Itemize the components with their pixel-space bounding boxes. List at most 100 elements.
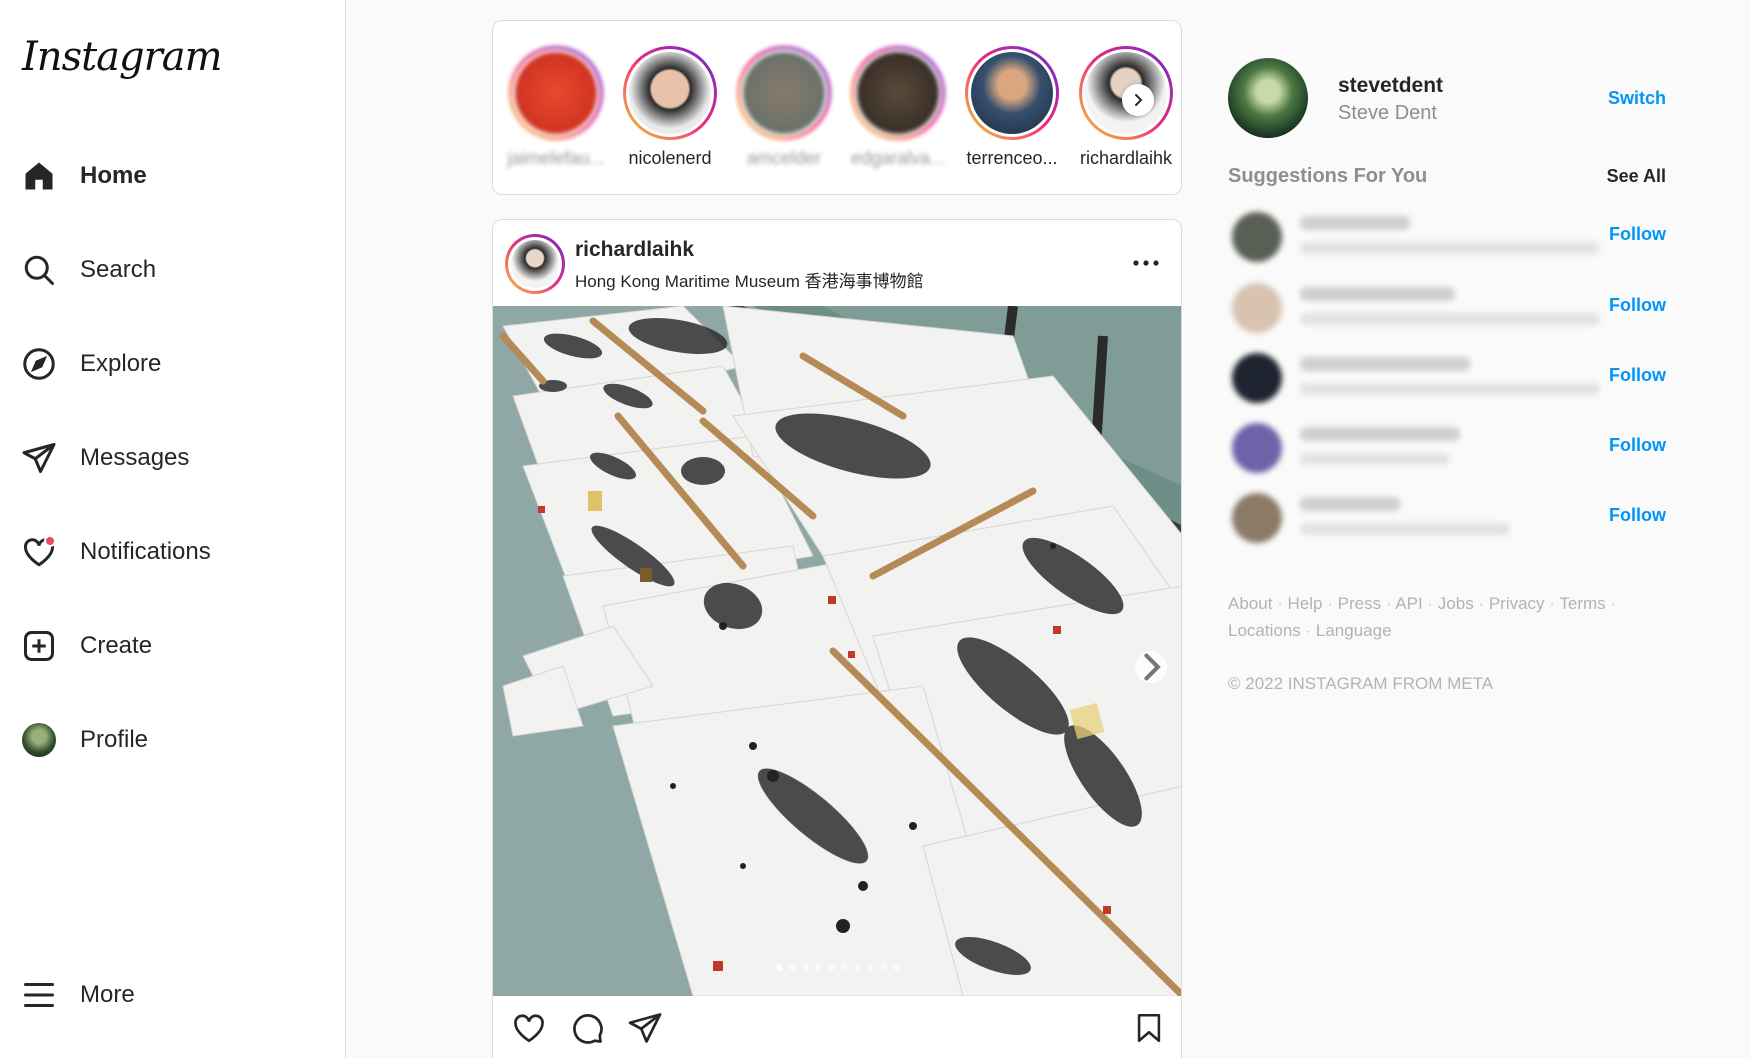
follow-button[interactable]: Follow bbox=[1609, 505, 1666, 526]
nav-item-profile[interactable]: Profile bbox=[0, 708, 346, 772]
follow-button[interactable]: Follow bbox=[1609, 295, 1666, 316]
suggestion-subtitle bbox=[1300, 313, 1600, 325]
comment-icon[interactable] bbox=[567, 1008, 607, 1048]
suggestion-username[interactable] bbox=[1300, 497, 1400, 511]
footer-link[interactable]: Language bbox=[1316, 621, 1392, 640]
post-actions bbox=[493, 996, 1181, 1058]
nav-label: Search bbox=[80, 256, 157, 283]
post-username[interactable]: richardlaihk bbox=[575, 238, 694, 262]
nav-label: More bbox=[80, 981, 135, 1008]
nav-label: Explore bbox=[80, 350, 162, 377]
story-username: jaimelefau... bbox=[507, 148, 605, 168]
nav-item-home[interactable]: Home bbox=[0, 144, 346, 208]
nav-item-create[interactable]: Create bbox=[0, 614, 346, 678]
carousel-dot bbox=[893, 964, 900, 971]
compass-icon bbox=[21, 346, 57, 382]
story-item[interactable]: jaimelefau... bbox=[501, 46, 611, 169]
suggestion-avatar[interactable] bbox=[1232, 493, 1282, 543]
suggestion-row: Follow bbox=[1228, 485, 1698, 549]
nav-item-notifications[interactable]: Notifications bbox=[0, 520, 346, 584]
post-author-avatar[interactable] bbox=[505, 234, 565, 294]
post-location[interactable]: Hong Kong Maritime Museum 香港海事博物館 bbox=[575, 267, 924, 292]
footer-link[interactable]: API bbox=[1395, 594, 1422, 613]
suggestion-row: Follow bbox=[1228, 345, 1698, 409]
hamburger-menu-icon bbox=[21, 977, 57, 1013]
carousel-dot bbox=[776, 964, 783, 971]
carousel-dot bbox=[880, 964, 887, 971]
stories-next-button[interactable] bbox=[1122, 84, 1154, 116]
sidebar: Instagram Home Search Explore Messages N… bbox=[0, 0, 346, 1058]
footer-link[interactable]: Privacy bbox=[1489, 594, 1545, 613]
carousel-dot bbox=[828, 964, 835, 971]
footer-link[interactable]: Locations bbox=[1228, 621, 1301, 640]
suggestion-subtitle bbox=[1300, 523, 1510, 535]
carousel-indicator bbox=[493, 964, 1181, 971]
story-item[interactable]: nicolenerd bbox=[615, 46, 725, 169]
next-image-button[interactable] bbox=[1135, 651, 1167, 683]
suggestion-avatar[interactable] bbox=[1232, 212, 1282, 262]
suggestions-title: Suggestions For You bbox=[1228, 165, 1428, 187]
follow-button[interactable]: Follow bbox=[1609, 365, 1666, 386]
nav-item-messages[interactable]: Messages bbox=[0, 426, 346, 490]
story-username: richardlaihk bbox=[1079, 148, 1173, 168]
current-user-avatar[interactable] bbox=[1228, 58, 1308, 138]
carousel-dot bbox=[815, 964, 822, 971]
story-item[interactable]: amcelder bbox=[729, 46, 839, 169]
suggestion-username[interactable] bbox=[1300, 287, 1455, 301]
search-icon bbox=[21, 252, 57, 288]
carousel-dot bbox=[854, 964, 861, 971]
home-icon bbox=[21, 158, 57, 194]
suggestion-subtitle bbox=[1300, 242, 1600, 254]
current-username[interactable]: stevetdent bbox=[1338, 74, 1443, 98]
nav-label: Messages bbox=[80, 444, 190, 471]
more-options-icon[interactable] bbox=[1131, 248, 1161, 278]
instagram-logo[interactable]: Instagram bbox=[22, 34, 223, 80]
suggestion-username[interactable] bbox=[1300, 427, 1460, 441]
suggestion-subtitle bbox=[1300, 383, 1600, 395]
footer-link[interactable]: Terms bbox=[1559, 594, 1605, 613]
follow-button[interactable]: Follow bbox=[1609, 435, 1666, 456]
bookmark-icon[interactable] bbox=[1129, 1008, 1169, 1048]
post-image[interactable] bbox=[493, 306, 1181, 996]
feed-post: richardlaihk Hong Kong Maritime Museum 香… bbox=[492, 219, 1182, 1058]
story-username: edgaralva... bbox=[850, 148, 946, 168]
footer-link[interactable]: Help bbox=[1288, 594, 1323, 613]
suggestion-row: Follow bbox=[1228, 415, 1698, 479]
nav-item-more[interactable]: More bbox=[0, 963, 346, 1027]
copyright: © 2022 INSTAGRAM FROM META bbox=[1228, 674, 1494, 693]
notification-dot bbox=[44, 535, 56, 547]
current-display-name: Steve Dent bbox=[1338, 102, 1437, 124]
nav-label: Home bbox=[80, 162, 147, 189]
post-header: richardlaihk Hong Kong Maritime Museum 香… bbox=[493, 220, 1181, 306]
nav-label: Notifications bbox=[80, 538, 211, 565]
stories-tray: jaimelefau... nicolenerd amcelder edgara… bbox=[492, 20, 1182, 195]
nav-item-explore[interactable]: Explore bbox=[0, 332, 346, 396]
nav-label: Create bbox=[80, 632, 153, 659]
suggestion-avatar[interactable] bbox=[1232, 353, 1282, 403]
follow-button[interactable]: Follow bbox=[1609, 224, 1666, 245]
chevron-right-icon bbox=[1144, 653, 1161, 681]
suggestion-username[interactable] bbox=[1300, 216, 1410, 230]
story-item[interactable]: terrenceo... bbox=[957, 46, 1067, 169]
suggestion-username[interactable] bbox=[1300, 357, 1470, 371]
carousel-dot bbox=[802, 964, 809, 971]
switch-account-button[interactable]: Switch bbox=[1608, 88, 1666, 109]
like-heart-icon[interactable] bbox=[509, 1008, 549, 1048]
suggestion-avatar[interactable] bbox=[1232, 283, 1282, 333]
plus-square-icon bbox=[21, 628, 57, 664]
carousel-dot bbox=[841, 964, 848, 971]
footer-link[interactable]: Press bbox=[1338, 594, 1381, 613]
footer-links: About · Help · Press · API · Jobs · Priv… bbox=[1228, 594, 1617, 640]
paper-plane-icon bbox=[21, 440, 57, 476]
carousel-dot bbox=[789, 964, 796, 971]
nav-item-search[interactable]: Search bbox=[0, 238, 346, 302]
footer-link[interactable]: Jobs bbox=[1438, 594, 1474, 613]
nav-label: Profile bbox=[80, 726, 149, 753]
suggestion-subtitle bbox=[1300, 453, 1450, 465]
story-username: nicolenerd bbox=[628, 148, 712, 168]
story-item[interactable]: edgaralva... bbox=[843, 46, 953, 169]
footer-link[interactable]: About bbox=[1228, 594, 1272, 613]
suggestion-avatar[interactable] bbox=[1232, 423, 1282, 473]
share-paper-plane-icon[interactable] bbox=[625, 1008, 665, 1048]
see-all-button[interactable]: See All bbox=[1607, 166, 1666, 187]
